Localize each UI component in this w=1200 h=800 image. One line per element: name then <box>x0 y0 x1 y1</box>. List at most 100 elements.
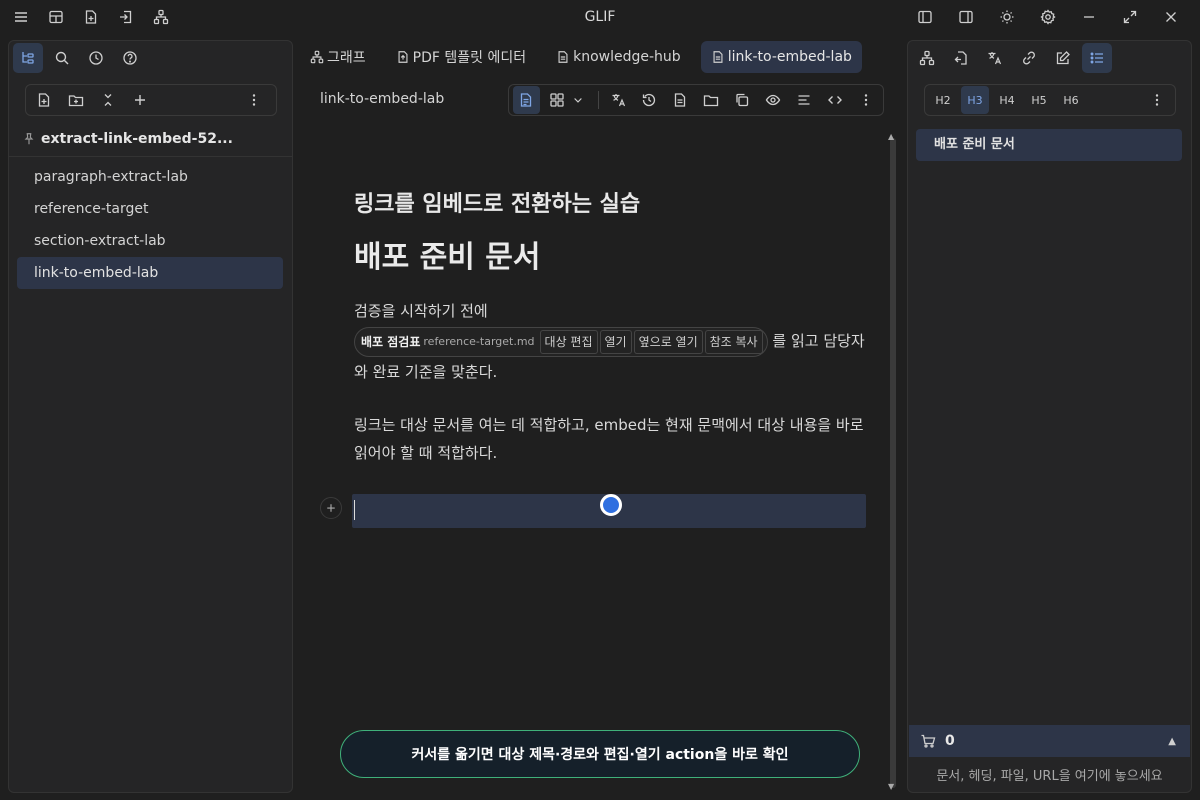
close-icon[interactable] <box>1159 5 1183 29</box>
right-sidebar-icon[interactable] <box>954 5 978 29</box>
maximize-icon[interactable] <box>1118 5 1142 29</box>
file-item-section-extract-lab[interactable]: section-extract-lab <box>17 225 283 257</box>
file-item-reference-target[interactable]: reference-target <box>17 193 283 225</box>
copy-icon[interactable] <box>729 86 756 114</box>
divider <box>9 156 292 157</box>
tab-label: link-to-embed-lab <box>727 49 852 65</box>
theme-icon[interactable] <box>995 5 1019 29</box>
heading-level-h5[interactable]: H5 <box>1025 86 1053 114</box>
tab-knowledge-hub[interactable]: knowledge-hub <box>546 41 691 73</box>
translate-icon[interactable] <box>980 43 1010 73</box>
document-view-icon[interactable] <box>513 86 540 114</box>
doc-icon <box>711 50 725 64</box>
document-name: link-to-embed-lab <box>320 91 445 107</box>
preview-icon[interactable] <box>759 86 786 114</box>
tab-label: knowledge-hub <box>573 49 681 65</box>
align-icon[interactable] <box>790 86 817 114</box>
outline-panel: H2 H3 H4 H5 H6 배포 준비 문서 0 ▲ 문서, 헤딩, 파일, … <box>907 40 1192 793</box>
more-icon[interactable] <box>1143 86 1171 114</box>
scrollbar[interactable] <box>890 138 896 788</box>
backlinks-icon[interactable] <box>946 43 976 73</box>
minimize-icon[interactable] <box>1077 5 1101 29</box>
grid-view-icon[interactable] <box>544 86 571 114</box>
menu-icon[interactable] <box>9 5 33 29</box>
collapse-icon[interactable] <box>94 86 122 114</box>
folder-icon[interactable] <box>698 86 725 114</box>
file-actions-bar <box>25 84 277 116</box>
outline-item[interactable]: 배포 준비 문서 <box>916 129 1182 161</box>
heading-level-h3[interactable]: H3 <box>961 86 989 114</box>
new-folder-icon[interactable] <box>62 86 90 114</box>
chevron-up-icon[interactable]: ▲ <box>1168 736 1176 747</box>
embed-chip[interactable]: 배포 점검표 reference-target.md 대상 편집 열기 옆으로 … <box>354 326 768 357</box>
heading-main: 배포 준비 문서 <box>354 240 541 275</box>
toolbar-separator <box>598 91 600 109</box>
tab-pdf-template-editor[interactable]: PDF 템플릿 에디터 <box>386 41 536 73</box>
more-icon[interactable] <box>240 86 268 114</box>
heading-level-h2[interactable]: H2 <box>929 86 957 114</box>
hierarchy-icon[interactable] <box>149 5 173 29</box>
edit-target-button[interactable]: 대상 편집 <box>539 329 598 354</box>
editor-pane: link-to-embed-lab 링크를 임베드로 전환하는 실습 배포 준비… <box>300 76 900 796</box>
graph-icon <box>310 50 324 64</box>
tab-label: 그래프 <box>327 50 366 66</box>
tab-label: PDF 템플릿 에디터 <box>412 50 527 66</box>
embed-path: reference-target.md <box>423 334 535 348</box>
new-file-icon[interactable] <box>30 86 58 114</box>
chevron-down-icon[interactable] <box>571 86 586 114</box>
layout-icon[interactable] <box>44 5 68 29</box>
history-icon[interactable] <box>81 43 111 73</box>
scroll-down-arrow[interactable]: ▼ <box>888 782 894 791</box>
add-icon[interactable] <box>126 86 154 114</box>
tab-link-to-embed-lab[interactable]: link-to-embed-lab <box>700 41 862 73</box>
tab-bar: 그래프 PDF 템플릿 에디터 knowledge-hub link-to-em… <box>300 40 900 74</box>
tab-graph[interactable]: 그래프 <box>300 41 376 73</box>
title-bar: GLIF <box>0 0 1200 34</box>
heading-subtitle: 링크를 임베드로 전환하는 실습 <box>354 192 641 217</box>
new-file-icon[interactable] <box>79 5 103 29</box>
help-icon[interactable] <box>115 43 145 73</box>
code-icon[interactable] <box>821 86 848 114</box>
heading-level-h4[interactable]: H4 <box>993 86 1021 114</box>
import-icon[interactable] <box>114 5 138 29</box>
add-block-button[interactable] <box>320 497 342 519</box>
file-item-paragraph-extract-lab[interactable]: paragraph-extract-lab <box>17 161 283 193</box>
file-explorer-panel: extract-link-embed-52... paragraph-extra… <box>8 40 293 793</box>
edit-icon[interactable] <box>1048 43 1078 73</box>
open-button[interactable]: 열기 <box>599 329 632 354</box>
editor-toolbar <box>508 84 884 116</box>
scroll-up-arrow[interactable]: ▲ <box>888 132 894 141</box>
link-icon[interactable] <box>1014 43 1044 73</box>
text-caret <box>354 500 355 520</box>
copy-reference-button[interactable]: 참조 복사 <box>704 329 763 354</box>
graph-icon[interactable] <box>912 43 942 73</box>
file-tree-icon[interactable] <box>13 43 43 73</box>
pinned-folder-label: extract-link-embed-52... <box>41 131 233 147</box>
left-sidebar-icon[interactable] <box>913 5 937 29</box>
translate-icon[interactable] <box>605 86 632 114</box>
cart-icon <box>919 732 937 750</box>
pinned-folder[interactable]: extract-link-embed-52... <box>21 128 292 150</box>
outline-icon[interactable] <box>1082 43 1112 73</box>
heading-level-h6[interactable]: H6 <box>1057 86 1085 114</box>
heading-level-bar: H2 H3 H4 H5 H6 <box>924 84 1176 116</box>
right-panel-toolbar <box>908 41 1191 75</box>
paragraph-2: 링크는 대상 문서를 여는 데 적합하고, embed는 현재 문맥에서 대상 … <box>354 415 864 462</box>
cart-count: 0 <box>945 733 955 749</box>
document-content[interactable]: 링크를 임베드로 전환하는 실습 배포 준비 문서 검증을 시작하기 전에 배포… <box>354 186 866 467</box>
file-item-link-to-embed-lab[interactable]: link-to-embed-lab <box>17 257 283 289</box>
mouse-cursor-indicator <box>600 494 622 516</box>
paragraph-text: 검증을 시작하기 전에 <box>354 302 488 320</box>
cart-bar[interactable]: 0 ▲ <box>909 725 1190 757</box>
history-icon[interactable] <box>636 86 663 114</box>
hint-banner: 커서를 옮기면 대상 제목·경로와 편집·열기 action을 바로 확인 <box>340 730 860 778</box>
open-side-button[interactable]: 옆으로 열기 <box>633 329 703 354</box>
left-panel-toolbar <box>9 41 292 75</box>
search-icon[interactable] <box>47 43 77 73</box>
paragraph-1: 검증을 시작하기 전에 배포 점검표 reference-target.md 대… <box>354 296 866 387</box>
more-icon[interactable] <box>852 86 879 114</box>
doc-icon <box>556 50 570 64</box>
pin-icon <box>21 131 37 147</box>
page-icon[interactable] <box>667 86 694 114</box>
settings-icon[interactable] <box>1036 5 1060 29</box>
